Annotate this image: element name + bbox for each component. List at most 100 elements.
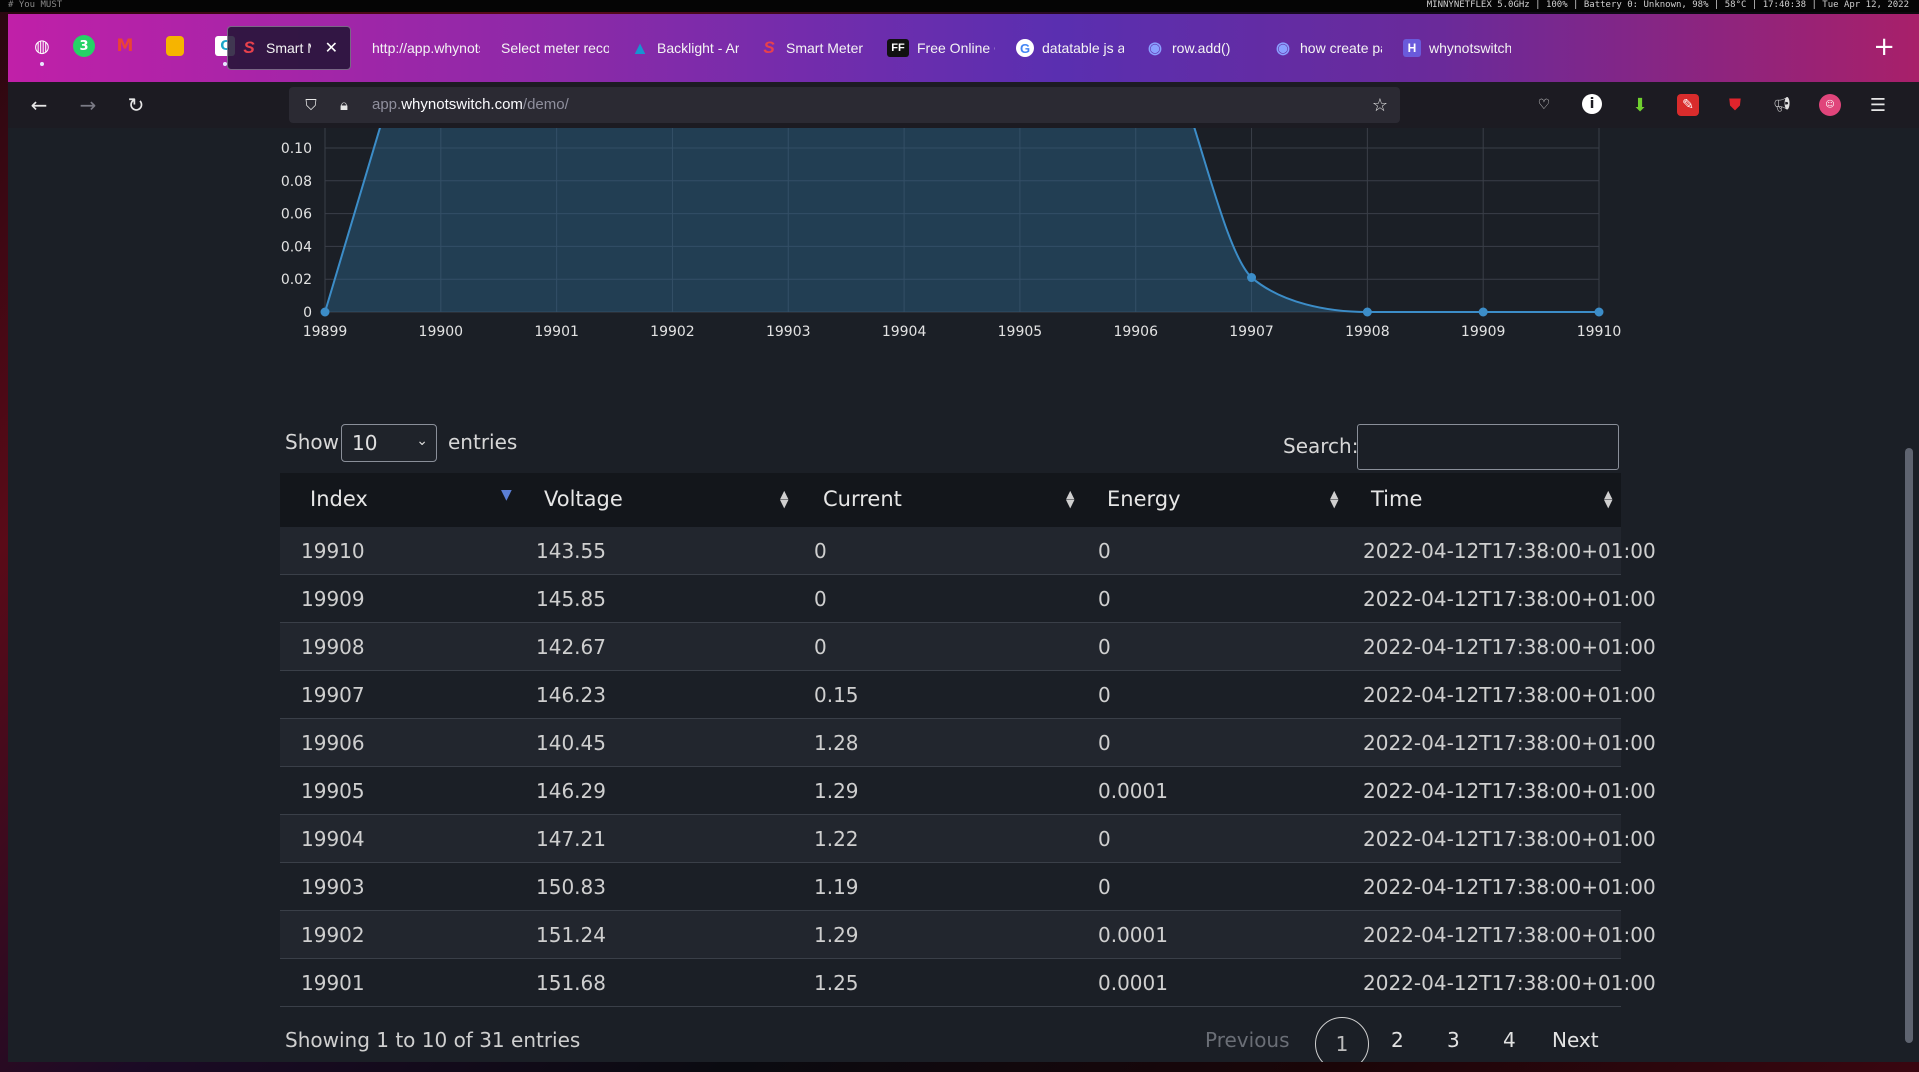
url-path: /demo/ [522,96,569,113]
cell-time: 2022-04-12T17:38:00+01:00 [1363,923,1656,947]
back-icon[interactable]: ← [25,91,53,119]
column-header-time[interactable]: Time [1371,487,1422,511]
url-text[interactable]: app.whynotswitch.com/demo/ [372,96,569,113]
system-status-bar: # You MUST MINNYNETFLEX 5.0GHz | 100% | … [0,0,1919,12]
table-row[interactable]: 19903 150.83 1.19 0 2022-04-12T17:38:00+… [280,863,1656,911]
tracking-protection-shield-icon[interactable]: ⛉ [301,95,321,115]
bookmark-star-icon[interactable]: ☆ [1370,95,1390,116]
chart-data-point [1362,307,1372,317]
site-lock-icon[interactable]: 🔒︎ [334,95,354,115]
table-row[interactable]: 19908 142.67 0 0 2022-04-12T17:38:00+01:… [280,623,1656,671]
pinned-tab-whatsapp[interactable]: 3 [68,30,100,62]
h-favicon-icon: H [1403,39,1421,57]
page-1-button[interactable]: 1 [1315,1017,1369,1062]
y-tick-label: 0.04 [281,239,312,255]
whatsapp-icon: 3 [73,35,95,57]
tab-label: http://app.whynotsw [372,40,480,56]
table-row[interactable]: 19910 143.55 0 0 2022-04-12T17:38:00+01:… [280,527,1656,575]
previous-page-button[interactable]: Previous [1205,1028,1290,1052]
tab-how-create-page[interactable]: ◉ how create pag [1262,26,1394,70]
column-header-current[interactable]: Current [823,487,902,511]
tab-app-whynotswitch[interactable]: http://app.whynotsw [360,26,492,70]
cell-current: 0 [814,539,827,563]
y-tick-label: 0 [303,305,312,321]
chart-data-point [1478,307,1488,317]
tab-smart-meter-demo[interactable]: S Smart Meter De [748,26,880,70]
download-extension-icon[interactable]: ⬇ [1629,94,1651,116]
table-row[interactable]: 19902 151.24 1.29 0.0001 2022-04-12T17:3… [280,911,1656,959]
search-input[interactable] [1357,424,1619,470]
google-icon: G [1016,39,1034,57]
pinned-tab-gmail[interactable]: M [109,30,141,62]
new-tab-icon[interactable]: + [1873,34,1895,60]
column-header-voltage[interactable]: Voltage [544,487,623,511]
ublock-shield-icon[interactable]: ⛊ [1724,94,1746,116]
chart-area-fill [325,128,1599,312]
page-scrollbar[interactable] [1899,128,1919,1062]
page-content: 0 0.02 0.04 0.06 0.08 0.10 19899 19900 19901 1990… [8,128,1919,1062]
x-tick-label: 19910 [1577,324,1622,340]
pocket-icon[interactable]: ♡ [1533,94,1555,116]
chart-data-point [1247,273,1257,283]
cell-current: 1.25 [814,971,859,995]
table-row[interactable]: 19909 145.85 0 0 2022-04-12T17:38:00+01:… [280,575,1656,623]
cell-voltage: 140.45 [536,731,606,755]
cell-energy: 0 [1098,635,1111,659]
tab-whynotswitch[interactable]: H whynotswitch - [1391,26,1523,70]
page-2-button[interactable]: 2 [1391,1028,1404,1052]
cell-voltage: 146.29 [536,779,606,803]
reload-icon[interactable]: ↻ [122,91,150,119]
sort-icon[interactable]: ▲ ▼ [1330,489,1338,509]
page-size-value: 10 [352,431,378,455]
scrollbar-thumb[interactable] [1905,448,1913,1043]
table-row[interactable]: 19907 146.23 0.15 0 2022-04-12T17:38:00+… [280,671,1656,719]
table-row[interactable]: 19905 146.29 1.29 0.0001 2022-04-12T17:3… [280,767,1656,815]
page-4-button[interactable]: 4 [1503,1028,1516,1052]
tab-backlight-arch[interactable]: ▲ Backlight - Arch [619,26,751,70]
cell-energy: 0 [1098,539,1111,563]
cell-current: 0 [814,635,827,659]
megaphone-extension-icon[interactable]: 📢︎ [1771,94,1793,116]
page-3-button[interactable]: 3 [1447,1028,1460,1052]
info-extension-icon[interactable]: i [1582,94,1602,114]
cell-current: 0 [814,587,827,611]
y-tick-label: 0.10 [281,141,312,157]
forward-icon[interactable]: → [74,91,102,119]
tab-free-online-csv[interactable]: FF Free Online CS [875,26,1007,70]
chevron-down-icon: ⌄ [416,433,428,449]
energy-area-chart: 0 0.02 0.04 0.06 0.08 0.10 19899 19900 19901 1990… [281,128,1622,340]
cell-voltage: 150.83 [536,875,606,899]
tab-label: Backlight - Arch [657,40,739,56]
hamburger-menu-icon[interactable]: ☰ [1867,94,1889,116]
x-tick-label: 19908 [1345,324,1390,340]
cell-voltage: 146.23 [536,683,606,707]
sort-icon[interactable]: ▲ ▼ [780,489,788,509]
cell-voltage: 142.67 [536,635,606,659]
tab-label: Smart Meter De [786,40,868,56]
table-row[interactable]: 19901 151.68 1.25 0.0001 2022-04-12T17:3… [280,959,1656,1007]
pinned-tab-keep[interactable] [159,30,191,62]
sort-icon[interactable]: ▲ ▼ [1604,489,1612,509]
cell-energy: 0 [1098,587,1111,611]
page-size-select[interactable]: 10 ⌄ [341,424,437,462]
cell-current: 1.29 [814,779,859,803]
pinned-tab-globe[interactable]: ◍ [26,30,58,66]
tab-datatable-js[interactable]: G datatable js add [1004,26,1136,70]
tab-row-add[interactable]: ◉ row.add() [1134,26,1274,70]
url-bar[interactable]: ⛉ 🔒︎ app.whynotswitch.com/demo/ ☆ [289,87,1400,123]
search-engine-icon: ◉ [1148,40,1162,57]
tab-select-meter-record[interactable]: Select meter record [489,26,621,70]
tab-smart-meter[interactable]: S Smart Meter ✕ [227,26,351,70]
column-header-energy[interactable]: Energy [1107,487,1181,511]
y-tick-label: 0.02 [281,272,312,288]
profile-extension-icon[interactable]: ☺ [1819,94,1841,116]
color-picker-extension-icon[interactable]: ✎ [1677,94,1699,116]
table-row[interactable]: 19904 147.21 1.22 0 2022-04-12T17:38:00+… [280,815,1656,863]
sort-icon[interactable]: ▲ ▼ [1066,489,1074,509]
cell-energy: 0 [1098,827,1111,851]
next-page-button[interactable]: Next [1552,1028,1599,1052]
close-tab-icon[interactable]: ✕ [325,38,338,58]
table-row[interactable]: 19906 140.45 1.28 0 2022-04-12T17:38:00+… [280,719,1656,767]
sort-descending-icon[interactable]: ▼ [501,488,512,502]
column-header-index[interactable]: Index [310,487,368,511]
